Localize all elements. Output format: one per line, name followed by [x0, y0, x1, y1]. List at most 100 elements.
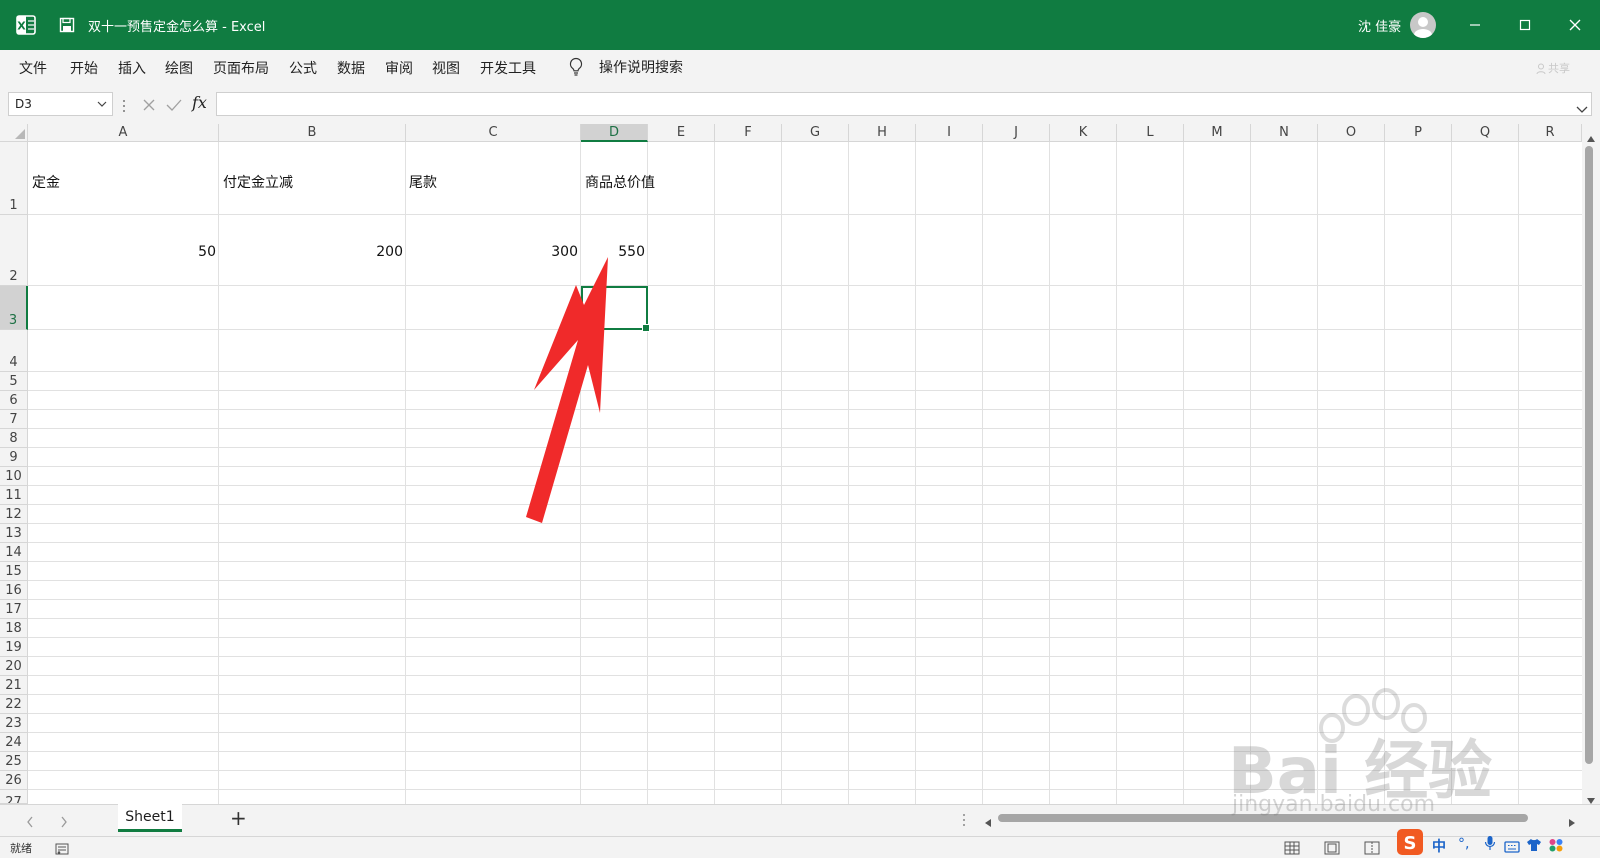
cancel-icon[interactable]: [142, 97, 156, 116]
column-header-i[interactable]: I: [916, 124, 983, 142]
row-header-12[interactable]: 12: [0, 505, 28, 524]
scroll-left-icon[interactable]: [984, 813, 992, 832]
row-header-16[interactable]: 16: [0, 581, 28, 600]
menu-page-layout[interactable]: 页面布局: [213, 58, 269, 78]
row-header-5[interactable]: 5: [0, 372, 28, 391]
expand-formula-icon[interactable]: [1576, 99, 1588, 118]
column-header-q[interactable]: Q: [1452, 124, 1519, 142]
column-header-r[interactable]: R: [1519, 124, 1582, 142]
tell-me-search[interactable]: 操作说明搜索: [599, 57, 683, 77]
row-header-15[interactable]: 15: [0, 562, 28, 581]
cell-a1[interactable]: 定金: [32, 172, 60, 192]
row-header-9[interactable]: 9: [0, 448, 28, 467]
name-box[interactable]: D3: [8, 92, 113, 116]
column-header-j[interactable]: J: [983, 124, 1050, 142]
prev-sheet-icon[interactable]: [26, 813, 34, 832]
maximize-button[interactable]: [1500, 0, 1550, 50]
row-header-26[interactable]: 26: [0, 771, 28, 790]
menu-insert[interactable]: 插入: [118, 58, 146, 78]
row-header-18[interactable]: 18: [0, 619, 28, 638]
vertical-scroll-thumb[interactable]: [1585, 146, 1593, 764]
macro-record-icon[interactable]: [55, 840, 69, 859]
select-all-corner[interactable]: [0, 124, 28, 142]
tab-splitter-icon[interactable]: [962, 812, 966, 831]
share-button[interactable]: 共享: [1548, 60, 1570, 76]
row-header-1[interactable]: 1: [0, 142, 28, 215]
row-header-22[interactable]: 22: [0, 695, 28, 714]
row-header-13[interactable]: 13: [0, 524, 28, 543]
avatar[interactable]: [1410, 12, 1436, 38]
column-header-o[interactable]: O: [1318, 124, 1385, 142]
next-sheet-icon[interactable]: [60, 813, 68, 832]
row-header-24[interactable]: 24: [0, 733, 28, 752]
cell-d1[interactable]: 商品总价值: [585, 172, 655, 192]
column-header-f[interactable]: F: [715, 124, 782, 142]
column-header-e[interactable]: E: [648, 124, 715, 142]
ime-keyboard-icon: [1504, 838, 1520, 857]
row-header-17[interactable]: 17: [0, 600, 28, 619]
add-sheet-button[interactable]: +: [230, 806, 247, 830]
row-header-7[interactable]: 7: [0, 410, 28, 429]
page-break-view-icon[interactable]: [1364, 840, 1380, 859]
column-header-k[interactable]: K: [1050, 124, 1117, 142]
row-header-10[interactable]: 10: [0, 467, 28, 486]
minimize-button[interactable]: [1450, 0, 1500, 50]
name-box-value: D3: [15, 97, 32, 111]
row-header-2[interactable]: 2: [0, 215, 28, 286]
maximize-icon: [1519, 19, 1531, 31]
menu-data[interactable]: 数据: [337, 58, 365, 78]
row-header-3[interactable]: 3: [0, 286, 28, 330]
row-header-4[interactable]: 4: [0, 330, 28, 372]
formula-input[interactable]: [216, 92, 1592, 116]
menu-file[interactable]: 文件: [19, 58, 47, 78]
row-header-20[interactable]: 20: [0, 657, 28, 676]
column-header-c[interactable]: C: [406, 124, 581, 142]
row-header-11[interactable]: 11: [0, 486, 28, 505]
column-header-b[interactable]: B: [219, 124, 406, 142]
menu-draw[interactable]: 绘图: [165, 58, 193, 78]
menu-formulas[interactable]: 公式: [289, 58, 317, 78]
column-header-l[interactable]: L: [1117, 124, 1184, 142]
close-icon: [1569, 19, 1581, 31]
chevron-down-icon: [97, 101, 107, 107]
scroll-right-icon[interactable]: [1568, 813, 1576, 832]
annotation-arrow: [526, 257, 608, 523]
column-header-g[interactable]: G: [782, 124, 849, 142]
row-header-19[interactable]: 19: [0, 638, 28, 657]
insert-function-button[interactable]: fx: [192, 93, 207, 112]
row-header-14[interactable]: 14: [0, 543, 28, 562]
close-button[interactable]: [1550, 0, 1600, 50]
sheet-tab-sheet1[interactable]: Sheet1: [118, 804, 182, 832]
row-header-25[interactable]: 25: [0, 752, 28, 771]
menu-review[interactable]: 审阅: [385, 58, 413, 78]
row-header-21[interactable]: 21: [0, 676, 28, 695]
row-header-8[interactable]: 8: [0, 429, 28, 448]
scroll-up-icon[interactable]: [1586, 128, 1596, 147]
row-header-27[interactable]: 27: [0, 790, 28, 804]
column-header-a[interactable]: A: [28, 124, 219, 142]
row-header-23[interactable]: 23: [0, 714, 28, 733]
confirm-icon[interactable]: [166, 97, 182, 116]
page-layout-view-icon[interactable]: [1324, 840, 1340, 859]
menu-view[interactable]: 视图: [432, 58, 460, 78]
column-header-p[interactable]: P: [1385, 124, 1452, 142]
column-header-n[interactable]: N: [1251, 124, 1318, 142]
cell-b2[interactable]: 200: [219, 244, 403, 260]
column-header-m[interactable]: M: [1184, 124, 1251, 142]
cell-a2[interactable]: 50: [28, 244, 216, 260]
ime-microphone-icon: [1484, 835, 1496, 855]
row-header-6[interactable]: 6: [0, 391, 28, 410]
cell-b1[interactable]: 付定金立减: [223, 172, 293, 192]
normal-view-icon[interactable]: [1284, 840, 1300, 859]
menu-home[interactable]: 开始: [70, 58, 98, 78]
column-header-d[interactable]: D: [581, 124, 648, 142]
more-options-icon[interactable]: [122, 98, 126, 117]
menu-developer[interactable]: 开发工具: [480, 58, 536, 78]
save-icon[interactable]: [54, 0, 80, 50]
user-icon: [1414, 17, 1432, 38]
cell-c1[interactable]: 尾款: [409, 172, 437, 192]
column-header-h[interactable]: H: [849, 124, 916, 142]
share-icon: [1536, 60, 1546, 79]
svg-text:S: S: [1404, 833, 1417, 854]
user-name[interactable]: 沈 佳豪: [1358, 16, 1401, 35]
